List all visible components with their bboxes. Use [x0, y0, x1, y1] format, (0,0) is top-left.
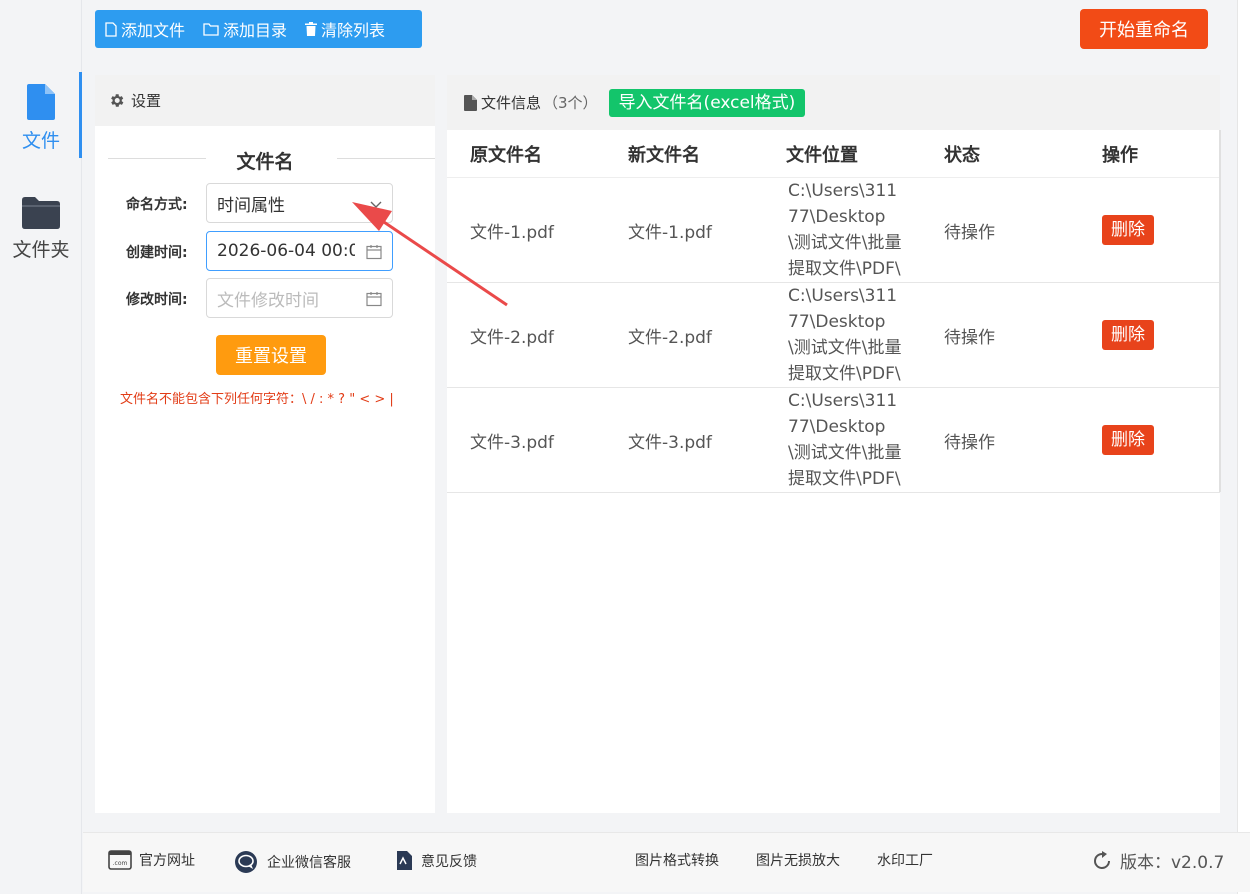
- active-indicator: [79, 72, 82, 158]
- original-name: 文件-1.pdf: [470, 222, 554, 243]
- calendar-icon: [366, 292, 382, 307]
- file-info-panel: 文件信息 （3个） 导入文件名(excel格式) 原文件名 新文件名 文件位置 …: [447, 75, 1220, 813]
- feedback-icon: [397, 851, 412, 870]
- start-rename-button[interactable]: 开始重命名: [1080, 9, 1208, 49]
- file-location: C:\Users\31177\Desktop\测试文件\批量提取文件\PDF\: [788, 391, 902, 489]
- delete-button[interactable]: 删除: [1102, 320, 1154, 350]
- folder-outline-icon: [203, 22, 219, 36]
- naming-method-label: 命名方式:: [126, 197, 188, 213]
- background-window-edge: [1237, 0, 1250, 894]
- top-toolbar: 添加文件 添加目录 清除列表: [95, 10, 422, 48]
- clear-list-label: 清除列表: [321, 21, 386, 40]
- image-enlarge-link[interactable]: 图片无损放大: [756, 850, 840, 870]
- watermark-factory-link[interactable]: 水印工厂: [877, 850, 933, 870]
- image-convert-label: 图片格式转换: [635, 853, 719, 869]
- naming-method-select[interactable]: 时间属性: [206, 183, 393, 223]
- col-location: 文件位置: [786, 144, 858, 166]
- left-nav: 文件 文件夹: [0, 0, 82, 894]
- new-name: 文件-3.pdf: [628, 432, 712, 453]
- delete-button[interactable]: 删除: [1102, 215, 1154, 245]
- table-row: 文件-3.pdf 文件-3.pdf C:\Users\31177\Desktop…: [447, 388, 1220, 493]
- image-enlarge-label: 图片无损放大: [756, 853, 840, 869]
- modified-time-label: 修改时间:: [126, 292, 188, 308]
- add-directory-label: 添加目录: [223, 21, 288, 40]
- calendar-icon: [366, 245, 382, 260]
- section-title-filename: 文件名: [236, 151, 294, 173]
- gear-icon: [111, 94, 124, 107]
- official-website-label: 官方网址: [139, 853, 195, 869]
- col-status: 状态: [944, 144, 980, 166]
- feedback-label: 意见反馈: [421, 854, 477, 870]
- version-label: 版本：v2.0.7: [1120, 853, 1225, 873]
- col-new-name: 新文件名: [628, 144, 700, 166]
- nav-folder-label: 文件夹: [12, 239, 70, 261]
- folder-icon: [22, 197, 60, 229]
- col-action: 操作: [1102, 144, 1138, 166]
- feedback-link[interactable]: 意见反馈: [394, 850, 477, 872]
- modified-time-placeholder: 文件修改时间: [217, 290, 319, 311]
- table-header: 原文件名 新文件名 文件位置 状态 操作: [447, 130, 1220, 178]
- settings-header: 设置: [95, 75, 435, 126]
- import-excel-button[interactable]: 导入文件名(excel格式): [608, 88, 806, 117]
- settings-panel: 设置 文件名 命名方式: 时间属性 创建时间: 2026-06-04 00:00…: [95, 75, 435, 813]
- col-original-name: 原文件名: [470, 144, 542, 166]
- file-info-title: 文件信息: [481, 94, 542, 112]
- original-name: 文件-2.pdf: [470, 327, 554, 348]
- created-time-label: 创建时间:: [126, 245, 188, 261]
- delete-button[interactable]: 删除: [1102, 425, 1154, 455]
- watermark-factory-label: 水印工厂: [877, 853, 933, 869]
- wechat-service-link[interactable]: 企业微信客服: [234, 850, 351, 874]
- file-status: 待操作: [944, 432, 995, 453]
- nav-item-file[interactable]: 文件: [0, 72, 82, 158]
- add-directory-button[interactable]: 添加目录: [203, 17, 287, 41]
- image-convert-link[interactable]: 图片格式转换: [635, 850, 719, 870]
- wechat-service-label: 企业微信客服: [267, 855, 351, 871]
- add-file-label: 添加文件: [121, 21, 186, 40]
- chat-icon: [235, 851, 257, 873]
- modified-time-input[interactable]: 文件修改时间: [206, 278, 393, 318]
- table-scroll-edge: [1219, 130, 1221, 492]
- chevron-down-icon: [370, 201, 382, 208]
- new-name: 文件-1.pdf: [628, 222, 712, 243]
- settings-title: 设置: [131, 92, 162, 110]
- file-status: 待操作: [944, 327, 995, 348]
- new-name: 文件-2.pdf: [628, 327, 712, 348]
- version-info[interactable]: 版本：v2.0.7: [1091, 848, 1224, 873]
- reset-settings-button[interactable]: 重置设置: [216, 335, 326, 375]
- nav-item-folder[interactable]: 文件夹: [0, 194, 82, 264]
- table-row: 文件-2.pdf 文件-2.pdf C:\Users\31177\Desktop…: [447, 283, 1220, 388]
- website-icon: .com: [108, 850, 132, 870]
- file-count: （3个）: [543, 94, 598, 112]
- naming-method-value: 时间属性: [217, 195, 285, 216]
- clear-list-button[interactable]: 清除列表: [305, 17, 385, 41]
- official-website-link[interactable]: .com 官方网址: [108, 850, 195, 870]
- file-info-header: 文件信息 （3个） 导入文件名(excel格式): [447, 75, 1220, 130]
- file-location: C:\Users\31177\Desktop\测试文件\批量提取文件\PDF\: [788, 181, 902, 279]
- svg-text:.com: .com: [113, 860, 128, 867]
- table-row: 文件-1.pdf 文件-1.pdf C:\Users\31177\Desktop…: [447, 178, 1220, 283]
- original-name: 文件-3.pdf: [470, 432, 554, 453]
- file-location: C:\Users\31177\Desktop\测试文件\批量提取文件\PDF\: [788, 286, 902, 384]
- refresh-icon: [1094, 850, 1110, 869]
- file-status: 待操作: [944, 222, 995, 243]
- trash-icon: [305, 22, 318, 36]
- file-info-icon: [464, 94, 477, 111]
- created-time-input[interactable]: 2026-06-04 00:00: [206, 231, 393, 271]
- created-time-value: 2026-06-04 00:00: [217, 241, 355, 261]
- filename-warning: 文件名不能包含下列任何字符：\ / : * ? " < > |: [120, 392, 394, 407]
- add-file-button[interactable]: 添加文件: [105, 17, 185, 41]
- file-outline-icon: [105, 21, 117, 37]
- nav-file-label: 文件: [21, 130, 60, 152]
- file-icon: [27, 84, 55, 120]
- footer-bar: .com 官方网址 企业微信客服 意见反馈 图片格式转换 图片无损放大 水印工厂…: [83, 832, 1250, 892]
